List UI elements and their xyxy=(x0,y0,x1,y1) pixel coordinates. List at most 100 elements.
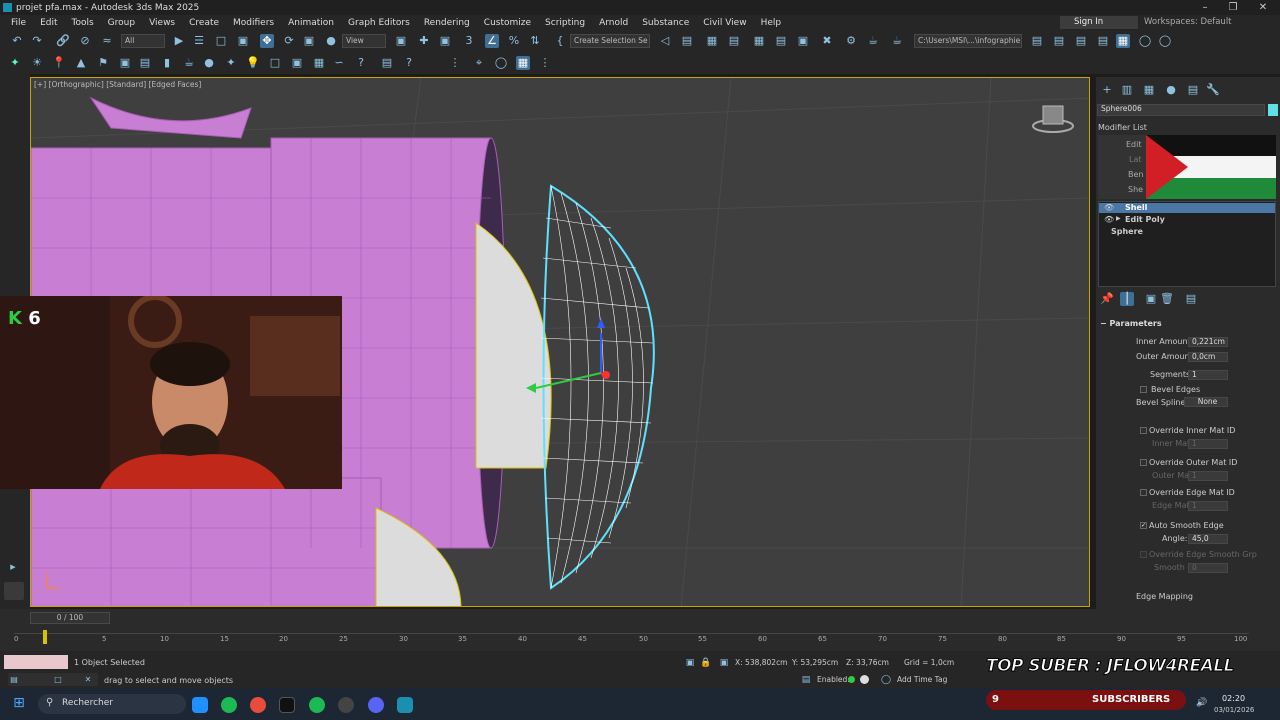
toggle-ribbon-icon[interactable]: ▤ xyxy=(1052,34,1066,48)
time-cursor[interactable] xyxy=(43,630,47,644)
track-bar[interactable]: 0 5 10 15 20 25 30 35 40 45 50 55 60 65 … xyxy=(14,630,1249,651)
stack-item-shell[interactable]: Shell 👁 xyxy=(1099,203,1275,213)
select-manipulate-icon[interactable]: ✚ xyxy=(417,34,431,48)
measure-icon[interactable]: ▲ xyxy=(74,56,88,70)
time-tag-icon[interactable]: ◯ xyxy=(880,673,892,685)
display-tab-icon[interactable]: ▤ xyxy=(1186,83,1200,97)
angle-snap-icon[interactable]: ∠ xyxy=(485,34,499,48)
arnold-icon[interactable]: ◯ xyxy=(1158,34,1172,48)
curve-editor-icon[interactable]: ▦ xyxy=(752,34,766,48)
inner-amount-spinner[interactable]: 0,221cm xyxy=(1188,337,1228,347)
frame-icon[interactable]: ▣ xyxy=(118,56,132,70)
menu-animation[interactable]: Animation xyxy=(281,18,341,28)
snaps-icon[interactable]: ✦ xyxy=(8,56,22,70)
outer-amount-spinner[interactable]: 0,0cm xyxy=(1188,352,1228,362)
close-icon[interactable]: ✕ xyxy=(1248,0,1278,15)
stack-item-sphere[interactable]: Sphere xyxy=(1111,227,1143,236)
menu-customize[interactable]: Customize xyxy=(477,18,538,28)
spotify-icon-2[interactable] xyxy=(309,697,325,713)
target-icon[interactable]: ⌖ xyxy=(472,56,486,70)
menu-dots-icon[interactable]: ⋮ xyxy=(538,56,552,70)
object-color-swatch[interactable] xyxy=(1268,104,1278,116)
configure-sets-icon[interactable]: ▤ xyxy=(1184,292,1198,306)
sun-icon[interactable]: ☀ xyxy=(30,56,44,70)
bend-button[interactable]: Ben xyxy=(1128,170,1143,179)
bookmark-icon[interactable]: ▮ xyxy=(160,56,174,70)
select-by-name-icon[interactable]: ☰ xyxy=(192,34,206,48)
spinner-snap-icon[interactable]: ⇅ xyxy=(528,34,542,48)
clock-time[interactable]: 02:20 xyxy=(1222,694,1245,703)
override-edge-mat-checkbox[interactable] xyxy=(1140,489,1147,496)
object-name-field[interactable]: Sphere006 xyxy=(1097,104,1265,116)
enabled-toggle-icon[interactable] xyxy=(860,675,869,684)
selection-filter-dropdown[interactable]: All xyxy=(121,34,165,48)
menu-modifiers[interactable]: Modifiers xyxy=(226,18,281,28)
spotify-icon[interactable] xyxy=(221,697,237,713)
render-setup-icon[interactable]: ✖ xyxy=(820,34,834,48)
menu-create[interactable]: Create xyxy=(182,18,226,28)
pin-stack-icon[interactable]: 📌 xyxy=(1100,292,1114,306)
redo-icon[interactable]: ↷ xyxy=(30,34,44,48)
grid-box-icon[interactable]: ▣ xyxy=(290,56,304,70)
utilities-tab-icon[interactable]: 🔧 xyxy=(1206,83,1220,97)
mirror-icon[interactable]: ◁ xyxy=(658,34,672,48)
render-frame-icon[interactable]: ⚙ xyxy=(844,34,858,48)
link-icon[interactable]: 🔗 xyxy=(56,34,70,48)
discord-icon[interactable] xyxy=(368,697,384,713)
menu-rendering[interactable]: Rendering xyxy=(417,18,477,28)
windows-start-icon[interactable]: ⊞ xyxy=(12,696,26,710)
scale-icon[interactable]: ▣ xyxy=(302,34,316,48)
tiktok-icon[interactable] xyxy=(279,697,295,713)
edit-button[interactable]: Edit xyxy=(1126,140,1142,149)
eye-icon[interactable]: 👁 xyxy=(1104,203,1114,212)
hierarchy-tab-icon[interactable]: ▦ xyxy=(1142,83,1156,97)
shell-button[interactable]: She xyxy=(1128,185,1143,194)
sphere-icon[interactable]: ● xyxy=(202,56,216,70)
menu-views[interactable]: Views xyxy=(142,18,182,28)
project-folder-icon[interactable]: ▤ xyxy=(1030,34,1044,48)
window-icon[interactable]: ▤ xyxy=(8,673,20,685)
named-selection-dropdown[interactable]: Create Selection Se xyxy=(570,34,650,48)
absolute-mode-icon[interactable]: ▣ xyxy=(718,656,730,668)
snap-points-icon[interactable]: ⋮ xyxy=(448,56,462,70)
stack-item-edit-poly[interactable]: Edit Poly xyxy=(1125,215,1165,224)
list-view-icon[interactable]: ▤ xyxy=(380,56,394,70)
outer-mat-id-spinner[interactable]: 1 xyxy=(1188,471,1228,481)
layer-explorer-icon[interactable]: ▤ xyxy=(727,34,741,48)
angle-spinner[interactable]: 45,0 xyxy=(1188,534,1228,544)
light-icon[interactable]: ✦ xyxy=(224,56,238,70)
edge-mat-id-spinner[interactable]: 1 xyxy=(1188,501,1228,511)
enabled-indicator-icon[interactable] xyxy=(848,676,855,683)
align-icon[interactable]: ▤ xyxy=(680,34,694,48)
taskbar-search[interactable]: ⚲ Rechercher xyxy=(38,694,186,714)
help-icon[interactable]: ? xyxy=(354,56,368,70)
reference-coord-dropdown[interactable]: View xyxy=(342,34,386,48)
menu-tools[interactable]: Tools xyxy=(65,18,101,28)
inner-mat-id-spinner[interactable]: 1 xyxy=(1188,439,1228,449)
project-path-field[interactable]: C:\Users\MSI\...\infographie xyxy=(914,34,1022,48)
lattice-button[interactable]: Lat xyxy=(1129,155,1142,164)
viewport-layout-icon[interactable]: ▤ xyxy=(1096,34,1110,48)
modify-tab-icon[interactable]: ▥ xyxy=(1120,83,1134,97)
restore-icon[interactable]: ❐ xyxy=(1218,0,1248,15)
chrome-icon[interactable] xyxy=(250,697,266,713)
override-smooth-checkbox[interactable] xyxy=(1140,551,1147,558)
z-coordinate[interactable]: Z: 33,76cm xyxy=(846,658,889,667)
maxscript-listener-field[interactable] xyxy=(4,655,68,669)
workspaces-selector[interactable]: Workspaces: Default xyxy=(1144,17,1232,27)
substance-icon[interactable]: ◯ xyxy=(1138,34,1152,48)
flag-icon[interactable]: ⚑ xyxy=(96,56,110,70)
material-editor-icon[interactable]: ▣ xyxy=(796,34,810,48)
smooth-grp-spinner[interactable]: 0 xyxy=(1188,563,1228,573)
bevel-edges-checkbox[interactable] xyxy=(1140,386,1147,393)
menu-scripting[interactable]: Scripting xyxy=(538,18,592,28)
scene-explorer-icon[interactable]: ▦ xyxy=(705,34,719,48)
close-small-icon[interactable]: ✕ xyxy=(82,673,94,685)
menu-help[interactable]: Help xyxy=(754,18,789,28)
auto-smooth-checkbox[interactable]: ✓ xyxy=(1140,522,1147,529)
edit-named-selection-icon[interactable]: { xyxy=(553,34,567,48)
render-iterative-icon[interactable]: ☕ xyxy=(890,34,904,48)
bevel-spline-button[interactable]: None xyxy=(1184,397,1228,407)
undo-icon[interactable]: ↶ xyxy=(10,34,24,48)
unlink-icon[interactable]: ⊘ xyxy=(78,34,92,48)
